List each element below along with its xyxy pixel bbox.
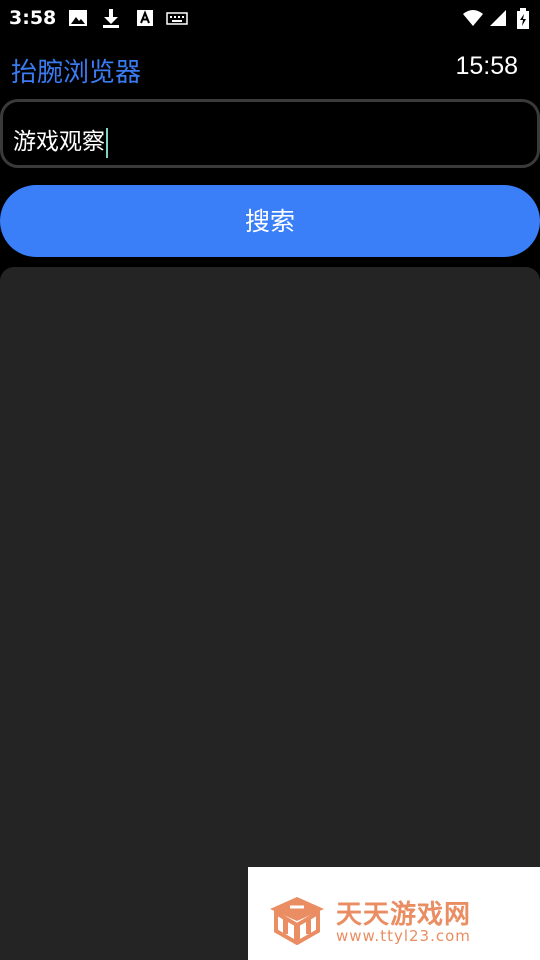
app-bar: 抬腕浏览器 15:58 xyxy=(0,44,540,92)
download-icon xyxy=(102,8,120,28)
font-a-icon xyxy=(136,8,154,28)
watermark-logo-icon xyxy=(268,895,326,949)
search-query-text: 游戏观察 xyxy=(13,129,105,155)
search-input-value: 游戏观察 xyxy=(13,122,108,158)
image-icon xyxy=(68,8,88,28)
status-time: 3:58 xyxy=(9,7,57,29)
status-bar: 3:58 xyxy=(0,0,540,36)
search-input[interactable]: 游戏观察 xyxy=(0,99,540,168)
search-button[interactable]: 搜索 xyxy=(0,185,540,257)
wifi-icon xyxy=(462,8,484,28)
battery-icon xyxy=(516,8,530,29)
text-cursor xyxy=(106,127,108,158)
watermark: 天天游戏网 www.ttyl23.com xyxy=(248,867,540,960)
results-panel xyxy=(0,267,540,960)
app-title: 抬腕浏览器 xyxy=(11,58,142,88)
clock-display: 15:58 xyxy=(455,52,518,80)
watermark-url: www.ttyl23.com xyxy=(336,927,471,945)
signal-icon xyxy=(488,8,508,28)
watermark-name: 天天游戏网 xyxy=(336,900,472,930)
keyboard-icon xyxy=(166,8,188,28)
